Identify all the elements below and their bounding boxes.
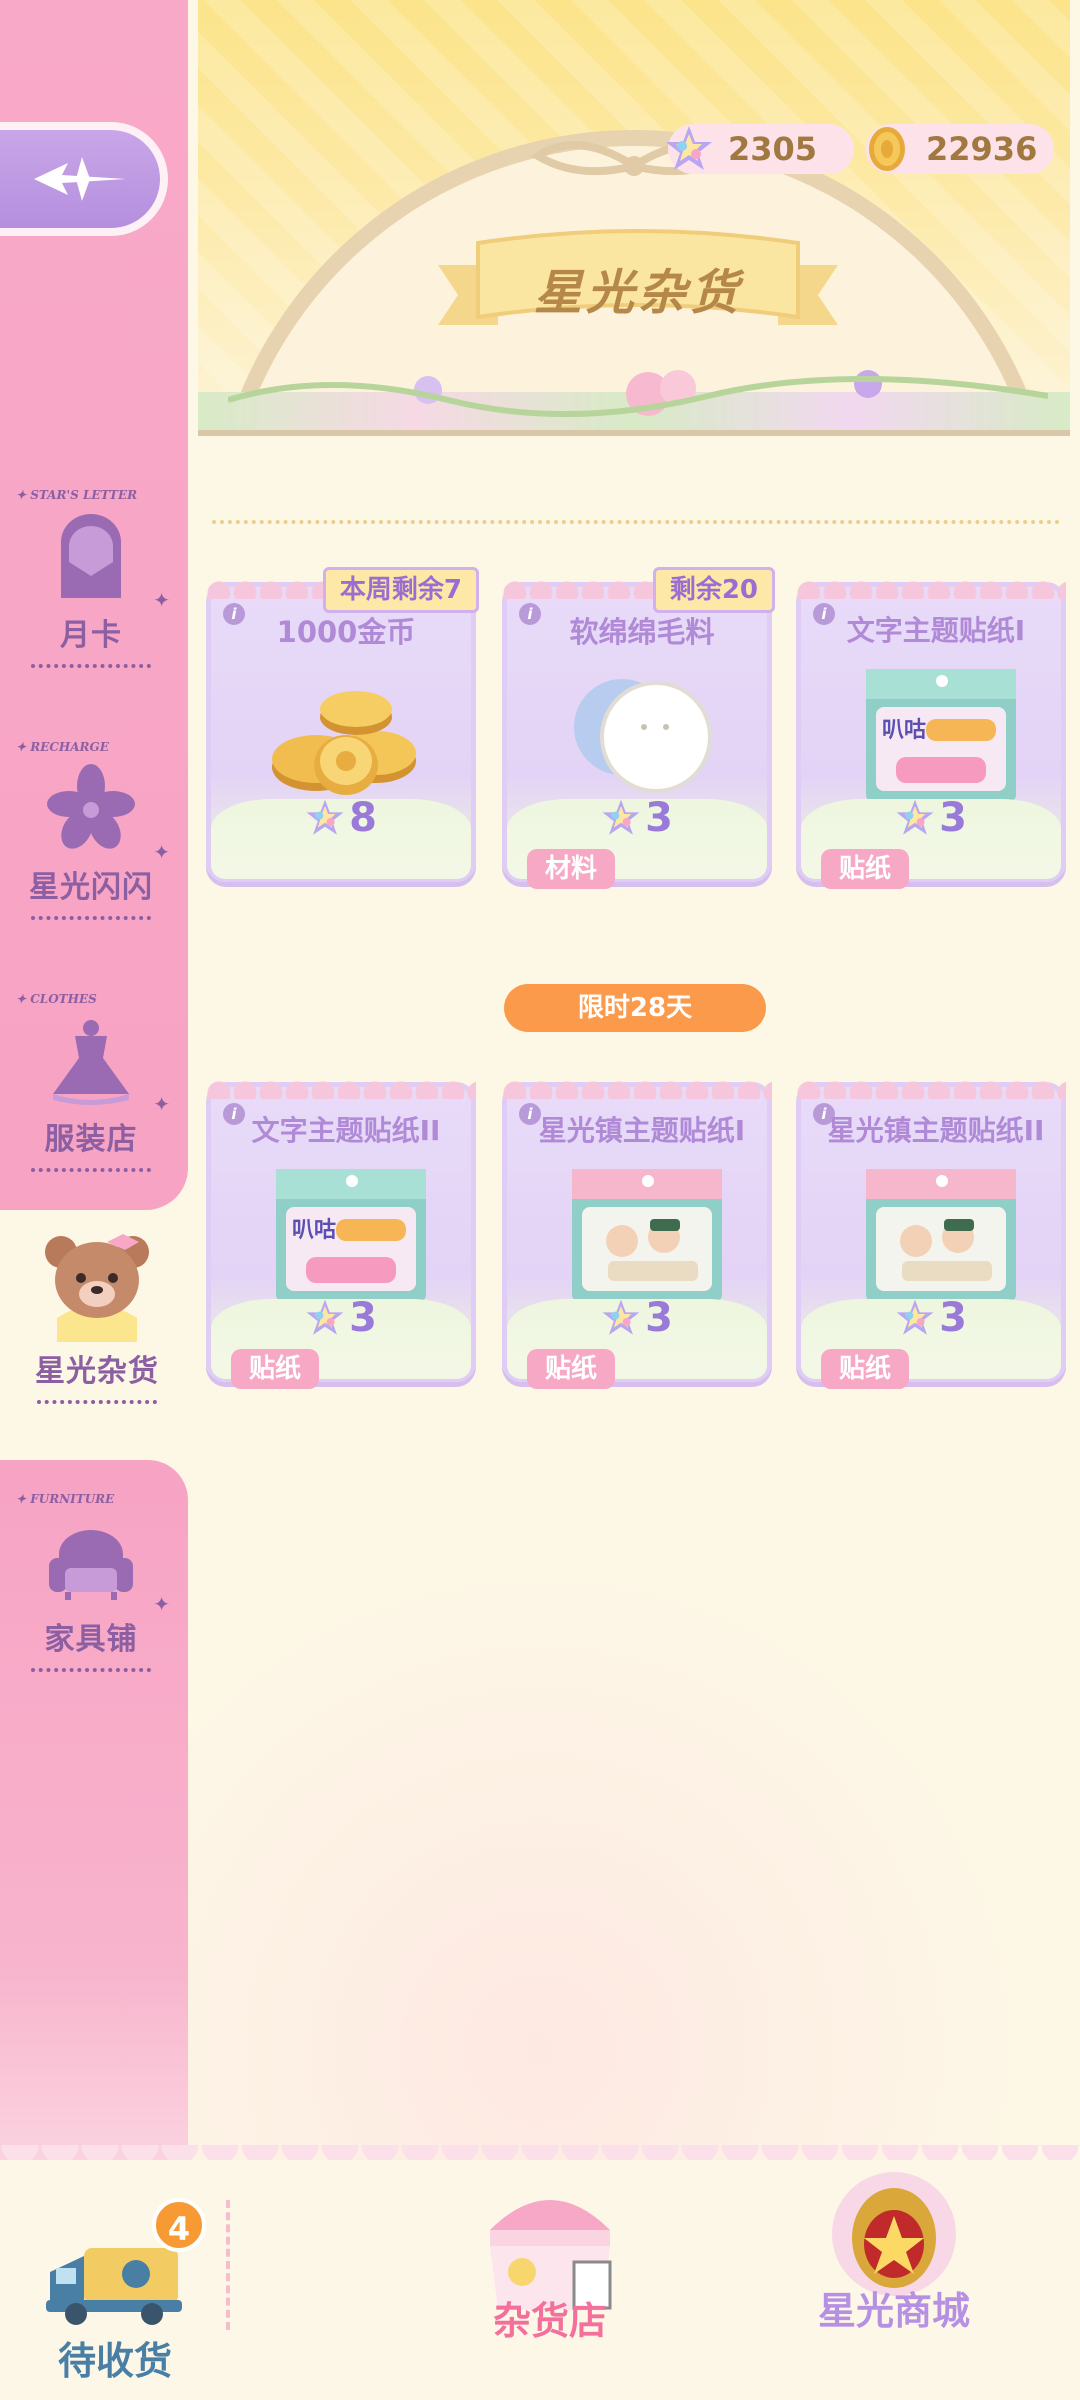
purchase-limit-badge: 本周剩余7 — [322, 567, 479, 613]
category-tag: 贴纸 — [821, 849, 910, 889]
gold-currency[interactable]: 22936 — [866, 124, 1054, 174]
sidebar-item-monthly-card[interactable]: ✦ STAR'S LETTER 月卡 ✦ — [16, 488, 170, 688]
bear-icon — [45, 1234, 149, 1342]
product-card[interactable]: i 星光镇主题贴纸I 贴纸 3 — [502, 1073, 772, 1389]
svg-text:叭咕: 叭咕 — [882, 718, 926, 743]
grocery-store-label: 杂货店 — [492, 2299, 607, 2343]
category-tag: 贴纸 — [527, 1349, 616, 1389]
sidebar-item-furniture[interactable]: ✦ FURNITURE 家具铺 ✦ — [16, 1492, 170, 1692]
notification-badge: 4 — [152, 2198, 206, 2252]
price: 8 — [211, 795, 471, 841]
product-card[interactable]: i 软绵绵毛料 材料 3 剩余20 — [502, 567, 775, 889]
sofa-icon — [49, 1530, 133, 1600]
price: 3 — [801, 1295, 1061, 1341]
flower-decoration — [228, 370, 1048, 418]
divider — [31, 1168, 151, 1172]
product-card[interactable]: i 文字主题贴纸II 叭咕 贴纸 3 — [206, 1073, 476, 1389]
price-value: 8 — [349, 795, 377, 841]
sidebar-item-label: 家具铺 — [44, 1622, 138, 1657]
fluffy-material-image — [574, 679, 712, 793]
star-crystal-icon — [666, 126, 712, 170]
star-crystal-icon — [602, 799, 640, 835]
category-tag: 贴纸 — [821, 1349, 910, 1389]
product-title: 1000金币 — [276, 615, 416, 649]
back-arrow-icon — [34, 157, 126, 201]
letter-icon — [61, 514, 121, 598]
price: 3 — [801, 795, 1061, 841]
town-sticker-image — [572, 1169, 722, 1301]
sidebar-item-clothes[interactable]: ✦ CLOTHES 服装店 ✦ — [16, 992, 170, 1192]
sparkle-icon: ✦ — [153, 1592, 170, 1616]
text-sticker-image: 叭咕 — [866, 669, 1016, 801]
sparkle-icon: ✦ — [153, 840, 170, 864]
price: 3 — [507, 795, 767, 841]
dress-icon — [53, 1020, 129, 1105]
star-crystal-icon — [896, 1299, 934, 1335]
price-value: 3 — [939, 795, 967, 841]
star-mall-label: 星光商城 — [817, 2289, 970, 2333]
price-value: 3 — [645, 795, 673, 841]
sidebar-item-label: 星光杂货 — [35, 1354, 159, 1389]
star-crystal-icon — [896, 799, 934, 835]
pending-delivery-label: 待收货 — [57, 2339, 172, 2383]
sidebar-item-tag: ✦ RECHARGE — [16, 740, 109, 754]
card-scallop-trim — [502, 1073, 772, 1099]
gold-coin-icon — [869, 127, 905, 171]
product-title: 星光镇主题贴纸I — [538, 1114, 746, 1147]
divider — [31, 916, 151, 920]
star-currency[interactable]: 2305 — [666, 124, 854, 174]
card-scallop-trim — [206, 1073, 476, 1099]
divider — [31, 664, 151, 668]
page-title: 星光杂货 — [533, 265, 742, 321]
sidebar-item-grocery[interactable]: 星光杂货 — [22, 1222, 172, 1422]
price-value: 3 — [349, 1295, 377, 1341]
purchase-limit-badge: 剩余20 — [652, 567, 775, 613]
back-button[interactable] — [0, 122, 168, 236]
card-scallop-trim — [796, 1073, 1066, 1099]
sparkle-icon: ✦ — [153, 588, 170, 612]
town-sticker-image — [866, 1169, 1016, 1301]
coin-pile-image — [272, 691, 416, 795]
grocery-store-button[interactable]: 杂货店 — [470, 2170, 630, 2345]
svg-text:叭咕: 叭咕 — [292, 1218, 336, 1243]
sidebar-item-tag: ✦ CLOTHES — [16, 992, 97, 1006]
sparkle-icon: ✦ — [153, 1092, 170, 1116]
product-card[interactable]: i 1000金币 8 本周剩余7 — [206, 567, 479, 882]
gold-currency-value: 22936 — [926, 130, 1038, 168]
divider — [212, 520, 1060, 524]
product-title: 文字主题贴纸I — [846, 614, 1026, 647]
sidebar-item-tag: ✦ STAR'S LETTER — [16, 488, 138, 502]
star-mall-button[interactable]: 星光商城 — [804, 2160, 984, 2335]
sidebar-item-label: 星光闪闪 — [29, 870, 153, 905]
product-card[interactable]: i 星光镇主题贴纸II 贴纸 3 — [796, 1073, 1066, 1389]
sidebar-item-tag: ✦ FURNITURE — [16, 1492, 115, 1506]
text-sticker-image: 叭咕 — [276, 1169, 426, 1301]
sidebar-item-label: 月卡 — [60, 618, 122, 653]
limited-time-badge: 限时28天 — [504, 984, 766, 1032]
price-value: 3 — [645, 1295, 673, 1341]
product-title: 文字主题贴纸II — [251, 1114, 441, 1147]
price: 3 — [211, 1295, 471, 1341]
star-crystal-icon — [306, 799, 344, 835]
divider — [37, 1400, 157, 1404]
star-crystal-icon — [306, 1299, 344, 1335]
divider — [226, 2200, 230, 2330]
sidebar-item-label: 服装店 — [44, 1122, 138, 1157]
category-tag: 材料 — [527, 849, 616, 889]
star-currency-value: 2305 — [728, 130, 818, 168]
star-egg-icon — [832, 2172, 956, 2296]
header-banner: 星光杂货 — [198, 0, 1070, 436]
card-scallop-trim — [796, 573, 1066, 599]
price-value: 3 — [939, 1295, 967, 1341]
title-ribbon: 星光杂货 — [438, 225, 838, 335]
product-card[interactable]: i 文字主题贴纸I 叭咕 贴纸 3 — [796, 573, 1066, 889]
product-title: 软绵绵毛料 — [569, 615, 715, 649]
star-crystal-icon — [602, 1299, 640, 1335]
product-title: 星光镇主题贴纸II — [827, 1114, 1045, 1147]
divider — [31, 1668, 151, 1672]
flower-icon — [47, 764, 135, 849]
price: 3 — [507, 1295, 767, 1341]
category-tag: 贴纸 — [231, 1349, 320, 1389]
sidebar-item-recharge[interactable]: ✦ RECHARGE 星光闪闪 ✦ — [16, 740, 170, 940]
